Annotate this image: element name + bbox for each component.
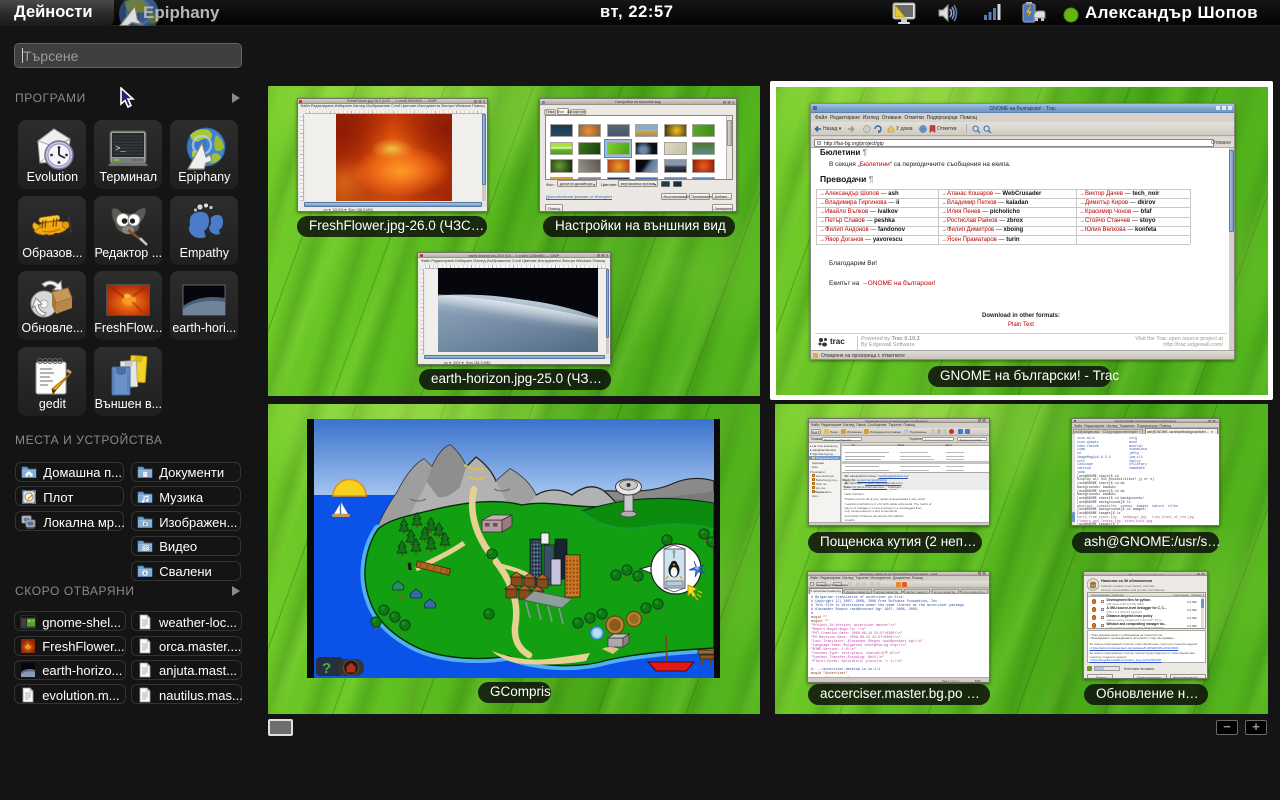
svg-text:?: ? — [322, 660, 331, 677]
svg-text:>_: >_ — [115, 144, 126, 154]
